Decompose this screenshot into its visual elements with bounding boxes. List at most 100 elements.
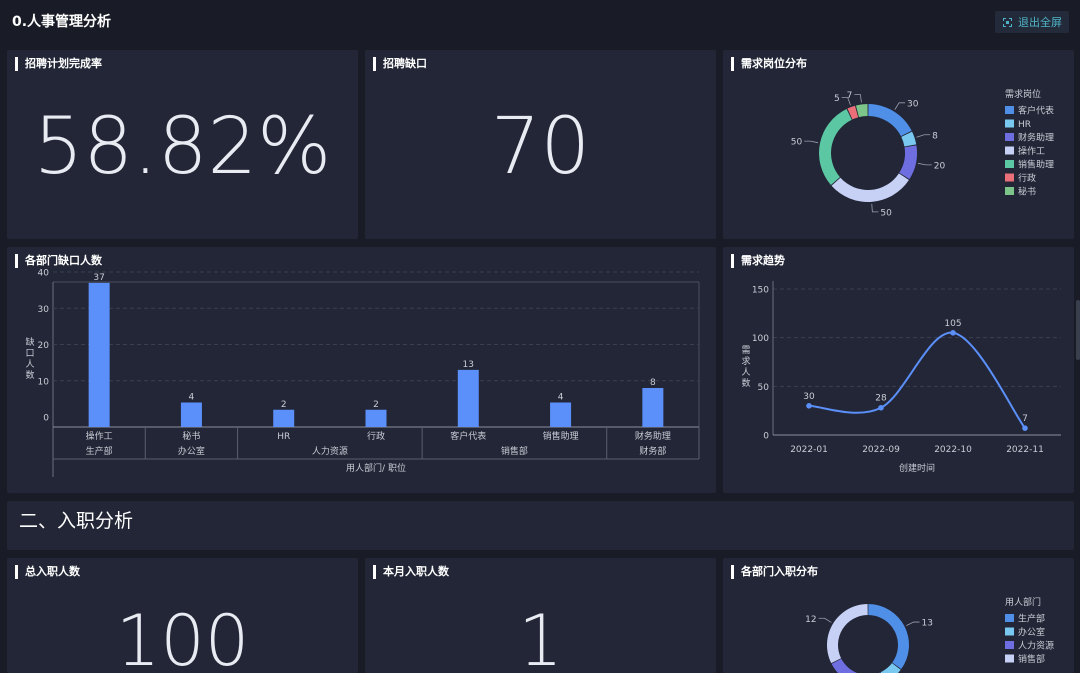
data-point xyxy=(950,330,956,336)
month-onboard-title: 本月入职人数 xyxy=(373,565,449,579)
slice-label-leader xyxy=(917,162,932,166)
slice-value-label: 30 xyxy=(907,99,919,109)
data-label: 28 xyxy=(875,394,887,404)
bar-value-label: 2 xyxy=(373,400,379,410)
y-tick-label: 30 xyxy=(38,305,50,315)
pie-slice xyxy=(855,104,868,118)
page-title: 0.人事管理分析 xyxy=(12,14,112,30)
completion-rate-value: 58.82% xyxy=(33,102,332,192)
group-label: 财务部 xyxy=(639,445,666,457)
slice-label-leader xyxy=(916,134,931,138)
month-onboard-card: 本月入职人数 1 xyxy=(365,558,716,673)
dept-gap-panel: 各部门缺口人数 0 10 20 30 40 缺口人数 37 操作工 4 秘书 2 HR 2 行政 13 客户代… xyxy=(7,247,716,493)
pie-slice xyxy=(831,173,909,202)
y-tick-label: 20 xyxy=(38,341,50,351)
x-tick-label: 2022-09 xyxy=(862,445,900,455)
title-bar: 0.人事管理分析 退出全屏 xyxy=(0,0,1080,44)
shrink-icon xyxy=(1003,17,1012,27)
legend-swatch xyxy=(1005,146,1014,155)
total-onboard-card: 总入职人数 100 xyxy=(7,558,358,673)
bar xyxy=(88,282,110,427)
x-tick-label: 财务助理 xyxy=(635,430,671,442)
group-label: 生产部 xyxy=(86,445,113,457)
legend-swatch xyxy=(1005,173,1014,182)
section-onboard-header xyxy=(7,501,1074,550)
recruit-gap-value: 70 xyxy=(490,102,591,192)
slice-value-label: 8 xyxy=(932,131,938,141)
recruit-gap-title: 招聘缺口 xyxy=(373,57,427,71)
completion-rate-title: 招聘计划完成率 xyxy=(15,57,102,71)
slice-label-leader xyxy=(871,203,879,213)
pie-slice xyxy=(899,145,917,180)
group-label: 人力资源 xyxy=(312,445,348,457)
slice-label-leader xyxy=(894,102,906,110)
legend-swatch xyxy=(1005,641,1014,649)
x-tick-label: 客户代表 xyxy=(450,430,486,442)
y-axis-label: 人 xyxy=(25,359,34,370)
group-label: 办公室 xyxy=(178,445,205,457)
recruit-gap-card: 招聘缺口 70 xyxy=(365,50,716,239)
bar-value-label: 4 xyxy=(558,393,564,403)
legend-title: 用人部门 xyxy=(1005,596,1041,608)
bar xyxy=(365,409,387,427)
bar-value-label: 8 xyxy=(650,378,656,388)
data-point xyxy=(806,403,812,409)
slice-value-label: 12 xyxy=(805,615,816,625)
data-label: 30 xyxy=(803,392,815,402)
series-line xyxy=(808,331,1026,429)
bar xyxy=(642,388,664,427)
legend-swatch xyxy=(1005,160,1014,168)
y-tick-label: 40 xyxy=(38,269,50,279)
legend-swatch xyxy=(1005,119,1014,128)
legend-item: 财务助理 xyxy=(1018,132,1054,144)
slice-label-leader xyxy=(818,617,832,623)
legend-swatch xyxy=(1005,627,1014,636)
x-tick-label: 秘书 xyxy=(182,430,200,442)
bar-value-label: 13 xyxy=(463,360,474,370)
legend-item: 销售助理 xyxy=(1018,159,1054,171)
slice-value-label: 20 xyxy=(934,161,946,171)
y-axis-label: 数 xyxy=(741,377,750,389)
demand-position-panel: 需求岗位分布 30 8 20 50 50 5 7 需求岗位 客户代表 HR 财务助理 操作工 销售助理行… xyxy=(723,50,1074,239)
legend-item: HR xyxy=(1018,120,1031,130)
x-tick-label: 2022-11 xyxy=(1006,445,1044,455)
data-label: 105 xyxy=(944,319,961,329)
y-tick-label: 0 xyxy=(763,432,769,442)
x-tick-label: 2022-01 xyxy=(790,445,828,455)
legend-item: 秘书 xyxy=(1018,186,1036,198)
exit-fullscreen-button[interactable]: 退出全屏 xyxy=(995,11,1069,33)
pie-slice xyxy=(868,104,912,137)
bar xyxy=(457,369,479,427)
data-label: 7 xyxy=(1022,414,1028,424)
legend-item: 客户代表 xyxy=(1018,105,1054,117)
y-tick-label: 10 xyxy=(38,377,50,387)
y-axis-label: 数 xyxy=(25,369,34,381)
bar xyxy=(273,409,295,427)
legend-swatch xyxy=(1005,654,1014,663)
demand-trend-panel: 需求趋势 0 50 100 150 需求人数 30 2022-01 28 2022-09 105 2… xyxy=(723,247,1074,493)
y-tick-label: 0 xyxy=(43,414,49,424)
y-tick-label: 150 xyxy=(752,286,769,296)
group-label: 销售部 xyxy=(501,445,528,457)
dept-onboard-panel: 各部门入职分布 133912用人部门生产部办公室人力资源销售部 xyxy=(723,558,1074,673)
legend-title: 需求岗位 xyxy=(1005,88,1041,100)
slice-value-label: 50 xyxy=(880,208,892,218)
x-axis-label: 用人部门/ 职位 xyxy=(346,462,406,474)
month-onboard-value: 1 xyxy=(518,600,563,673)
x-tick-label: 2022-10 xyxy=(934,445,972,455)
legend-item: 操作工 xyxy=(1018,145,1045,157)
demand-trend-chart: 0 50 100 150 需求人数 30 2022-01 28 2022-09 105 2022-1… xyxy=(741,281,1061,474)
pie-slice xyxy=(868,604,909,670)
pie-slice xyxy=(819,108,852,185)
legend-item: 销售部 xyxy=(1018,653,1045,665)
pie-slice xyxy=(827,604,868,664)
section-onboard-title: 二、入职分析 xyxy=(19,510,134,532)
bar xyxy=(180,402,202,427)
data-point xyxy=(878,404,884,411)
legend-swatch xyxy=(1005,133,1014,141)
demand-position-chart: 30 8 20 50 50 5 7 需求岗位客户代表 HR 财务助理操作工销售助理行政秘书 xyxy=(791,88,1054,218)
y-tick-label: 100 xyxy=(752,334,769,344)
data-point xyxy=(1022,425,1028,431)
page-scrollbar[interactable] xyxy=(1076,300,1080,360)
legend-item: 行政 xyxy=(1018,172,1036,184)
